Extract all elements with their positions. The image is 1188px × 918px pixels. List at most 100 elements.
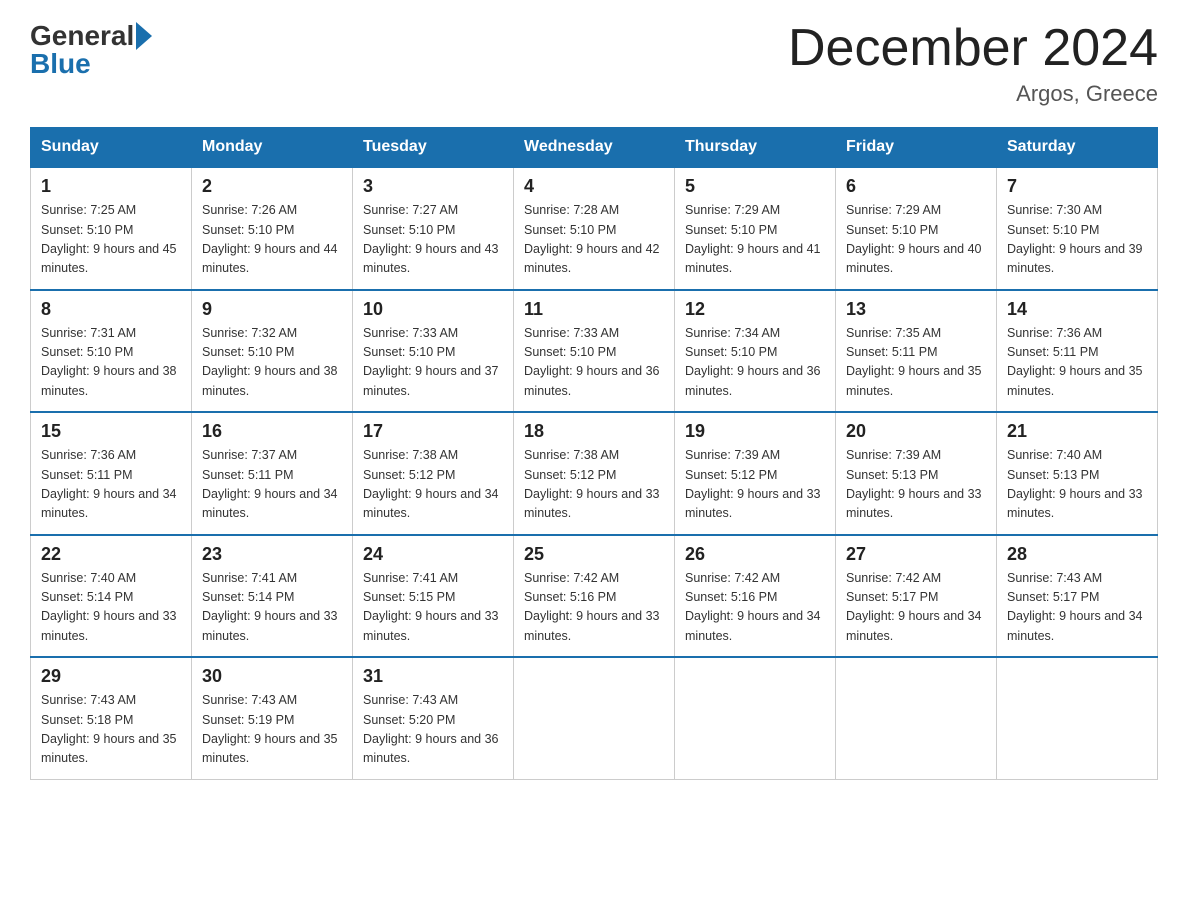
calendar-cell: 16 Sunrise: 7:37 AMSunset: 5:11 PMDaylig… — [192, 412, 353, 535]
calendar-cell: 11 Sunrise: 7:33 AMSunset: 5:10 PMDaylig… — [514, 290, 675, 413]
day-info: Sunrise: 7:39 AMSunset: 5:13 PMDaylight:… — [846, 446, 986, 524]
day-number: 16 — [202, 421, 342, 442]
day-number: 9 — [202, 299, 342, 320]
weekday-header-friday: Friday — [836, 128, 997, 168]
day-info: Sunrise: 7:27 AMSunset: 5:10 PMDaylight:… — [363, 201, 503, 279]
header: General Blue December 2024 Argos, Greece — [30, 20, 1158, 107]
weekday-header-thursday: Thursday — [675, 128, 836, 168]
calendar-cell: 25 Sunrise: 7:42 AMSunset: 5:16 PMDaylig… — [514, 535, 675, 658]
calendar-week-row: 15 Sunrise: 7:36 AMSunset: 5:11 PMDaylig… — [31, 412, 1158, 535]
day-number: 2 — [202, 176, 342, 197]
day-number: 21 — [1007, 421, 1147, 442]
day-info: Sunrise: 7:32 AMSunset: 5:10 PMDaylight:… — [202, 324, 342, 402]
day-info: Sunrise: 7:25 AMSunset: 5:10 PMDaylight:… — [41, 201, 181, 279]
calendar-cell: 1 Sunrise: 7:25 AMSunset: 5:10 PMDayligh… — [31, 167, 192, 290]
day-number: 6 — [846, 176, 986, 197]
day-info: Sunrise: 7:40 AMSunset: 5:13 PMDaylight:… — [1007, 446, 1147, 524]
day-number: 29 — [41, 666, 181, 687]
day-info: Sunrise: 7:42 AMSunset: 5:16 PMDaylight:… — [685, 569, 825, 647]
day-number: 12 — [685, 299, 825, 320]
calendar-cell — [514, 657, 675, 779]
day-number: 10 — [363, 299, 503, 320]
day-info: Sunrise: 7:39 AMSunset: 5:12 PMDaylight:… — [685, 446, 825, 524]
day-info: Sunrise: 7:42 AMSunset: 5:17 PMDaylight:… — [846, 569, 986, 647]
day-number: 14 — [1007, 299, 1147, 320]
calendar-cell: 8 Sunrise: 7:31 AMSunset: 5:10 PMDayligh… — [31, 290, 192, 413]
day-info: Sunrise: 7:34 AMSunset: 5:10 PMDaylight:… — [685, 324, 825, 402]
calendar-cell — [997, 657, 1158, 779]
calendar-cell: 2 Sunrise: 7:26 AMSunset: 5:10 PMDayligh… — [192, 167, 353, 290]
calendar-cell: 7 Sunrise: 7:30 AMSunset: 5:10 PMDayligh… — [997, 167, 1158, 290]
day-info: Sunrise: 7:38 AMSunset: 5:12 PMDaylight:… — [363, 446, 503, 524]
calendar-cell: 19 Sunrise: 7:39 AMSunset: 5:12 PMDaylig… — [675, 412, 836, 535]
day-number: 5 — [685, 176, 825, 197]
calendar-cell: 10 Sunrise: 7:33 AMSunset: 5:10 PMDaylig… — [353, 290, 514, 413]
day-number: 13 — [846, 299, 986, 320]
weekday-header-wednesday: Wednesday — [514, 128, 675, 168]
day-info: Sunrise: 7:36 AMSunset: 5:11 PMDaylight:… — [1007, 324, 1147, 402]
day-info: Sunrise: 7:35 AMSunset: 5:11 PMDaylight:… — [846, 324, 986, 402]
calendar-cell: 9 Sunrise: 7:32 AMSunset: 5:10 PMDayligh… — [192, 290, 353, 413]
weekday-header-saturday: Saturday — [997, 128, 1158, 168]
day-info: Sunrise: 7:41 AMSunset: 5:15 PMDaylight:… — [363, 569, 503, 647]
day-number: 28 — [1007, 544, 1147, 565]
calendar-cell: 5 Sunrise: 7:29 AMSunset: 5:10 PMDayligh… — [675, 167, 836, 290]
logo-arrow-icon — [136, 22, 152, 50]
weekday-header-row: SundayMondayTuesdayWednesdayThursdayFrid… — [31, 128, 1158, 168]
day-number: 30 — [202, 666, 342, 687]
day-number: 19 — [685, 421, 825, 442]
calendar-cell: 27 Sunrise: 7:42 AMSunset: 5:17 PMDaylig… — [836, 535, 997, 658]
day-info: Sunrise: 7:30 AMSunset: 5:10 PMDaylight:… — [1007, 201, 1147, 279]
logo-text-blue: Blue — [30, 48, 152, 80]
calendar-cell: 6 Sunrise: 7:29 AMSunset: 5:10 PMDayligh… — [836, 167, 997, 290]
day-info: Sunrise: 7:31 AMSunset: 5:10 PMDaylight:… — [41, 324, 181, 402]
location-title: Argos, Greece — [788, 81, 1158, 107]
calendar-cell: 23 Sunrise: 7:41 AMSunset: 5:14 PMDaylig… — [192, 535, 353, 658]
title-area: December 2024 Argos, Greece — [788, 20, 1158, 107]
calendar-cell: 24 Sunrise: 7:41 AMSunset: 5:15 PMDaylig… — [353, 535, 514, 658]
day-number: 15 — [41, 421, 181, 442]
calendar-cell: 12 Sunrise: 7:34 AMSunset: 5:10 PMDaylig… — [675, 290, 836, 413]
day-info: Sunrise: 7:33 AMSunset: 5:10 PMDaylight:… — [363, 324, 503, 402]
calendar-week-row: 22 Sunrise: 7:40 AMSunset: 5:14 PMDaylig… — [31, 535, 1158, 658]
day-number: 25 — [524, 544, 664, 565]
calendar-cell: 4 Sunrise: 7:28 AMSunset: 5:10 PMDayligh… — [514, 167, 675, 290]
day-info: Sunrise: 7:42 AMSunset: 5:16 PMDaylight:… — [524, 569, 664, 647]
calendar-cell: 15 Sunrise: 7:36 AMSunset: 5:11 PMDaylig… — [31, 412, 192, 535]
calendar-cell — [675, 657, 836, 779]
calendar-cell: 28 Sunrise: 7:43 AMSunset: 5:17 PMDaylig… — [997, 535, 1158, 658]
calendar-cell — [836, 657, 997, 779]
day-number: 26 — [685, 544, 825, 565]
day-info: Sunrise: 7:29 AMSunset: 5:10 PMDaylight:… — [685, 201, 825, 279]
calendar-cell: 29 Sunrise: 7:43 AMSunset: 5:18 PMDaylig… — [31, 657, 192, 779]
day-info: Sunrise: 7:43 AMSunset: 5:20 PMDaylight:… — [363, 691, 503, 769]
month-title: December 2024 — [788, 20, 1158, 77]
calendar-cell: 22 Sunrise: 7:40 AMSunset: 5:14 PMDaylig… — [31, 535, 192, 658]
day-number: 18 — [524, 421, 664, 442]
calendar-cell: 30 Sunrise: 7:43 AMSunset: 5:19 PMDaylig… — [192, 657, 353, 779]
calendar-cell: 14 Sunrise: 7:36 AMSunset: 5:11 PMDaylig… — [997, 290, 1158, 413]
calendar-week-row: 8 Sunrise: 7:31 AMSunset: 5:10 PMDayligh… — [31, 290, 1158, 413]
day-number: 31 — [363, 666, 503, 687]
day-info: Sunrise: 7:41 AMSunset: 5:14 PMDaylight:… — [202, 569, 342, 647]
calendar-cell: 13 Sunrise: 7:35 AMSunset: 5:11 PMDaylig… — [836, 290, 997, 413]
weekday-header-sunday: Sunday — [31, 128, 192, 168]
calendar-cell: 31 Sunrise: 7:43 AMSunset: 5:20 PMDaylig… — [353, 657, 514, 779]
calendar-week-row: 29 Sunrise: 7:43 AMSunset: 5:18 PMDaylig… — [31, 657, 1158, 779]
calendar-cell: 17 Sunrise: 7:38 AMSunset: 5:12 PMDaylig… — [353, 412, 514, 535]
day-number: 23 — [202, 544, 342, 565]
calendar-cell: 18 Sunrise: 7:38 AMSunset: 5:12 PMDaylig… — [514, 412, 675, 535]
day-info: Sunrise: 7:29 AMSunset: 5:10 PMDaylight:… — [846, 201, 986, 279]
day-number: 17 — [363, 421, 503, 442]
calendar-table: SundayMondayTuesdayWednesdayThursdayFrid… — [30, 127, 1158, 780]
day-number: 24 — [363, 544, 503, 565]
calendar-cell: 20 Sunrise: 7:39 AMSunset: 5:13 PMDaylig… — [836, 412, 997, 535]
day-number: 20 — [846, 421, 986, 442]
day-number: 3 — [363, 176, 503, 197]
day-info: Sunrise: 7:40 AMSunset: 5:14 PMDaylight:… — [41, 569, 181, 647]
weekday-header-monday: Monday — [192, 128, 353, 168]
logo: General Blue — [30, 20, 152, 80]
day-number: 7 — [1007, 176, 1147, 197]
calendar-cell: 21 Sunrise: 7:40 AMSunset: 5:13 PMDaylig… — [997, 412, 1158, 535]
weekday-header-tuesday: Tuesday — [353, 128, 514, 168]
